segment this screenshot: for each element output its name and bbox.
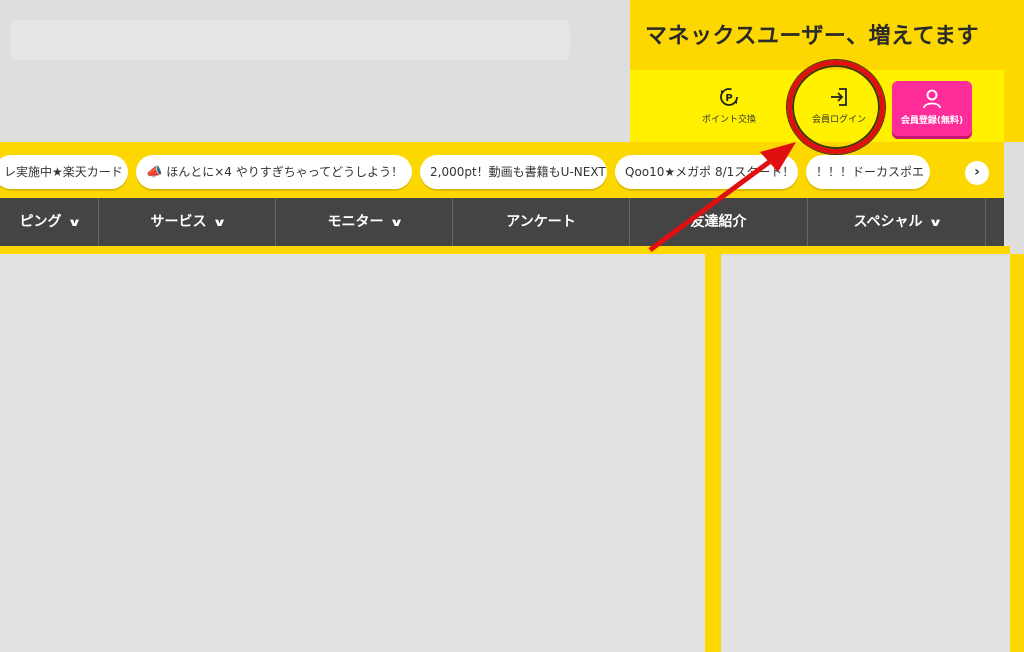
- nav-item-label: サービス: [150, 214, 207, 230]
- nav-item-label: ピング: [19, 214, 62, 230]
- campaign-pill-label: ！！！ドーカスポエ: [816, 165, 925, 179]
- register-button[interactable]: 会員登録(無料): [892, 81, 972, 136]
- campaign-pill[interactable]: ！！！ドーカスポエ: [806, 155, 930, 189]
- point-exchange-label: ポイント交換: [701, 115, 756, 125]
- megaphone-icon: 📣: [146, 165, 163, 180]
- background-blur-block: [10, 20, 570, 60]
- nav-item-special[interactable]: スペシャル ∨: [808, 198, 986, 246]
- column-divider: [705, 254, 721, 652]
- campaign-pill[interactable]: 📣 ほんとに×4 やりすぎちゃってどうしよう！: [136, 155, 412, 189]
- svg-text:P: P: [725, 93, 732, 104]
- nav-item-label: モニター: [327, 214, 384, 230]
- nav-item-label: アンケート: [506, 214, 576, 230]
- point-exchange-icon: P: [720, 88, 738, 106]
- person-icon: [923, 89, 941, 109]
- campaign-pill[interactable]: 2,000pt！動画も書籍もU-NEXT: [420, 155, 607, 189]
- campaign-pill-list: レ実施中★楽天カード 📣 ほんとに×4 やりすぎちゃってどうしよう！ 2,000p…: [0, 155, 960, 189]
- nav-item-monitor[interactable]: モニター ∨: [276, 198, 453, 246]
- point-exchange-link[interactable]: P ポイント交換: [684, 78, 774, 134]
- chevron-down-icon: ∨: [66, 216, 82, 229]
- nav-item-label: スペシャル: [853, 214, 923, 230]
- right-sidebar-area: [721, 256, 1010, 652]
- nav-bottom-border: [0, 246, 1010, 254]
- nav-item-referral[interactable]: 友達紹介: [630, 198, 808, 246]
- main-nav: ピング ∨ サービス ∨ モニター ∨ アンケート 友達紹介 スペシャル ∨: [0, 198, 1004, 246]
- campaign-pill-label: レ実施中★楽天カード: [4, 165, 123, 179]
- main-content-area: [0, 254, 705, 652]
- highlight-circle: [787, 60, 885, 154]
- chevron-right-icon[interactable]: ›: [965, 161, 989, 185]
- nav-item-label: 友達紹介: [690, 214, 747, 230]
- register-label: 会員登録(無料): [900, 116, 964, 126]
- header-tagline: マネックスユーザー、増えてます: [645, 24, 979, 49]
- nav-item-service[interactable]: サービス ∨: [99, 198, 276, 246]
- chevron-down-icon: ∨: [927, 216, 943, 229]
- chevron-down-icon: ∨: [211, 216, 227, 229]
- page-root: マネックスユーザー、増えてます P ポイント交換 会員ログイン 会員登録(無料)…: [0, 0, 1024, 652]
- campaign-pill[interactable]: Qoo10★メガポ 8/1スタート！: [615, 155, 798, 189]
- campaign-pill-label: ほんとに×4 やりすぎちゃってどうしよう！: [166, 165, 404, 179]
- chevron-down-icon: ∨: [388, 216, 404, 229]
- campaign-pill[interactable]: レ実施中★楽天カード: [0, 155, 128, 189]
- right-edge-border: [1010, 254, 1024, 652]
- campaign-pill-label: 2,000pt！動画も書籍もU-NEXT: [430, 165, 606, 179]
- campaign-pill-label: Qoo10★メガポ 8/1スタート！: [625, 165, 795, 179]
- nav-item-shopping[interactable]: ピング ∨: [0, 198, 99, 246]
- nav-item-survey[interactable]: アンケート: [453, 198, 630, 246]
